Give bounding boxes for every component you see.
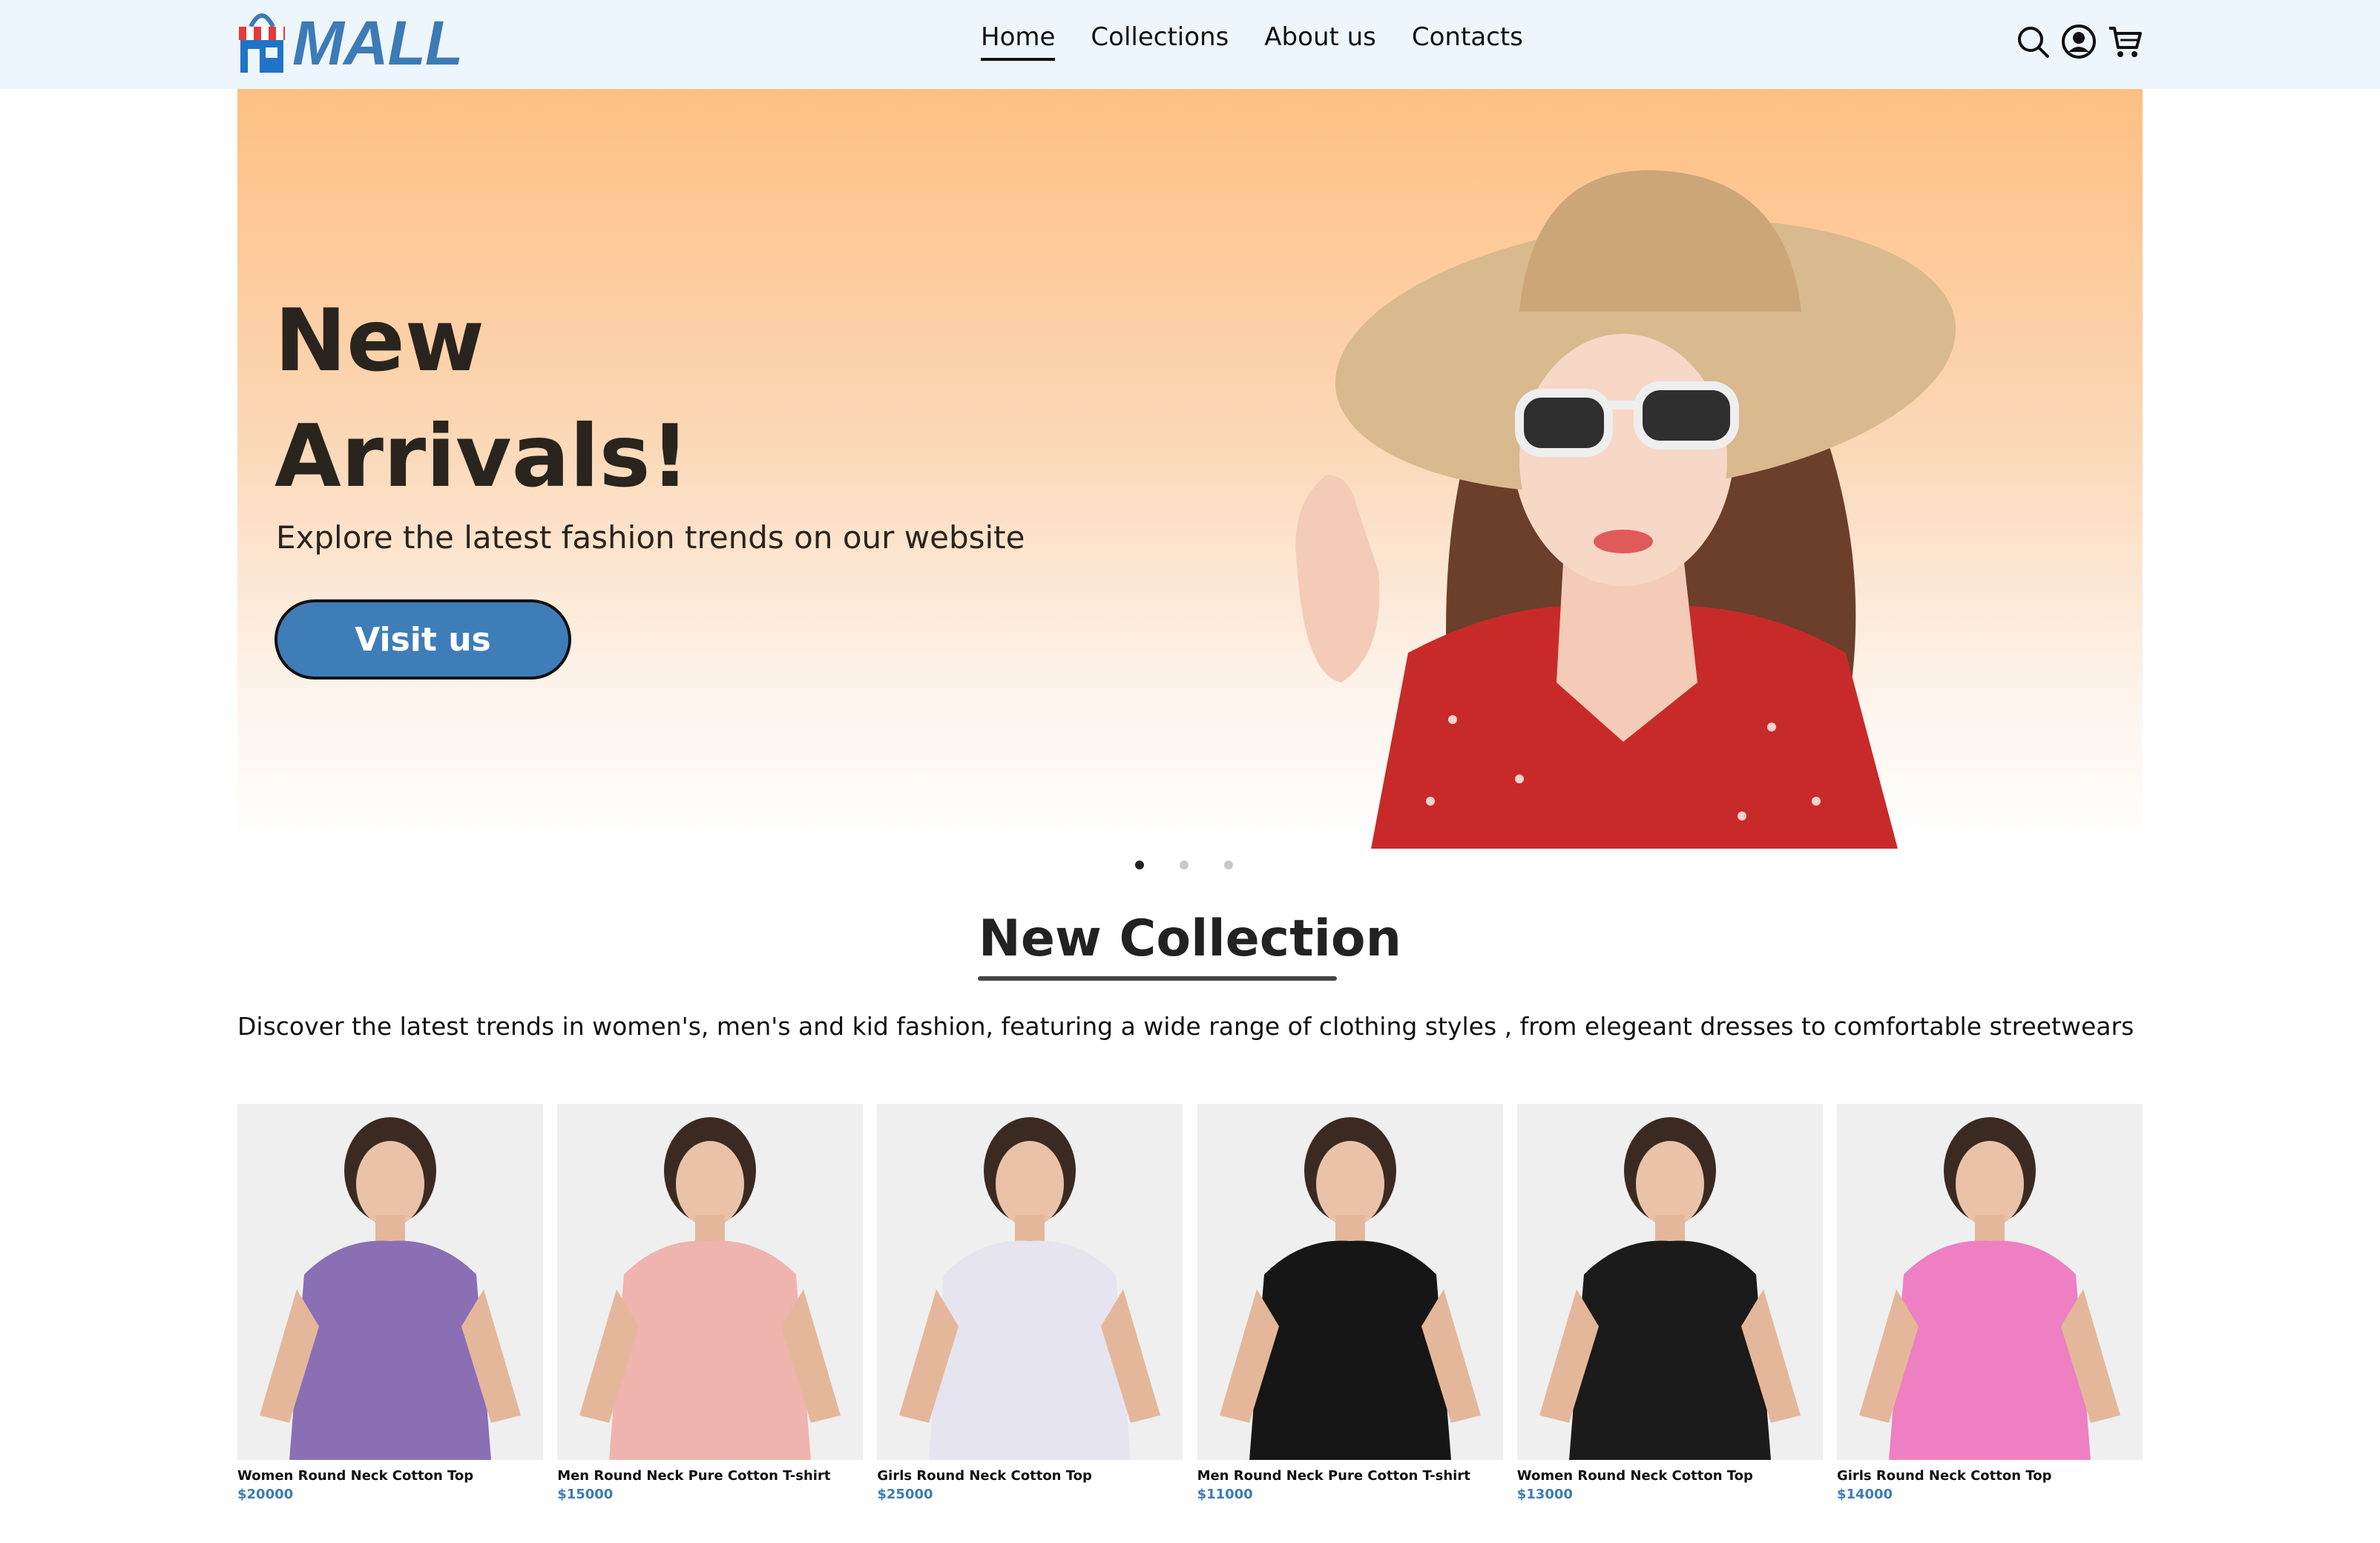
section-description: Discover the latest trends in women's, m… xyxy=(237,1012,2134,1041)
nav-home[interactable]: Home xyxy=(981,22,1056,61)
product-price: $14000 xyxy=(1836,1487,1893,1502)
product-name: Men Round Neck Pure Cotton T-shirt xyxy=(1197,1468,1470,1484)
logo-text: MALL xyxy=(292,8,463,78)
product-card[interactable]: Men Round Neck Pure Cotton T-shirt $1100… xyxy=(1197,1104,1503,1502)
product-grid: Women Round Neck Cotton Top $20000 Men R… xyxy=(237,1104,2143,1502)
carousel-dot-3[interactable] xyxy=(1224,861,1233,869)
logo[interactable]: MALL xyxy=(236,1,463,78)
product-price: $15000 xyxy=(557,1487,614,1502)
hero-title: New Arrivals! xyxy=(275,283,794,515)
header-icons xyxy=(2014,22,2144,61)
product-name: Girls Round Neck Cotton Top xyxy=(1836,1468,2052,1484)
site-header: MALL Home Collections About us Contacts xyxy=(0,0,2380,89)
visit-us-button[interactable]: Visit us xyxy=(275,599,571,680)
carousel-dots xyxy=(1135,861,1233,869)
product-image xyxy=(1516,1104,1823,1460)
product-image xyxy=(557,1104,864,1460)
section-title-underline xyxy=(978,976,1337,981)
product-image xyxy=(1197,1104,1503,1460)
product-card[interactable]: Men Round Neck Pure Cotton T-shirt $1500… xyxy=(557,1104,864,1502)
search-icon[interactable] xyxy=(2014,22,2052,61)
user-icon[interactable] xyxy=(2060,22,2098,61)
product-image xyxy=(877,1104,1183,1460)
carousel-dot-2[interactable] xyxy=(1180,861,1189,869)
product-name: Women Round Neck Cotton Top xyxy=(237,1468,474,1484)
hero-subtitle: Explore the latest fashion trends on our… xyxy=(276,519,1025,556)
product-image xyxy=(237,1104,543,1460)
product-name: Girls Round Neck Cotton Top xyxy=(877,1468,1092,1484)
hero-title-line-2: Arrivals! xyxy=(275,407,690,507)
product-image xyxy=(1836,1104,2143,1460)
product-price: $20000 xyxy=(237,1487,294,1502)
hero-model-image xyxy=(1295,170,1956,849)
nav-contacts[interactable]: Contacts xyxy=(1412,22,1523,61)
product-card[interactable]: Girls Round Neck Cotton Top $25000 xyxy=(877,1104,1183,1502)
section-title: New Collection xyxy=(978,909,1402,968)
product-price: $13000 xyxy=(1516,1487,1573,1502)
carousel-dot-1[interactable] xyxy=(1135,861,1144,869)
product-price: $25000 xyxy=(877,1487,933,1502)
cart-icon[interactable] xyxy=(2105,22,2144,61)
main-nav: Home Collections About us Contacts xyxy=(981,22,1559,61)
product-card[interactable]: Girls Round Neck Cotton Top $14000 xyxy=(1836,1104,2143,1502)
product-price: $11000 xyxy=(1197,1487,1253,1502)
hero-title-line-1: New xyxy=(275,291,484,391)
nav-collections[interactable]: Collections xyxy=(1091,22,1229,61)
product-card[interactable]: Women Round Neck Cotton Top $20000 xyxy=(237,1104,543,1502)
hero-banner: New Arrivals! Explore the latest fashion… xyxy=(237,89,2143,849)
product-name: Men Round Neck Pure Cotton T-shirt xyxy=(557,1468,831,1484)
product-name: Women Round Neck Cotton Top xyxy=(1516,1468,1753,1484)
nav-about-us[interactable]: About us xyxy=(1264,22,1376,61)
product-card[interactable]: Women Round Neck Cotton Top $13000 xyxy=(1516,1104,1823,1502)
shop-logo-icon xyxy=(239,13,285,73)
